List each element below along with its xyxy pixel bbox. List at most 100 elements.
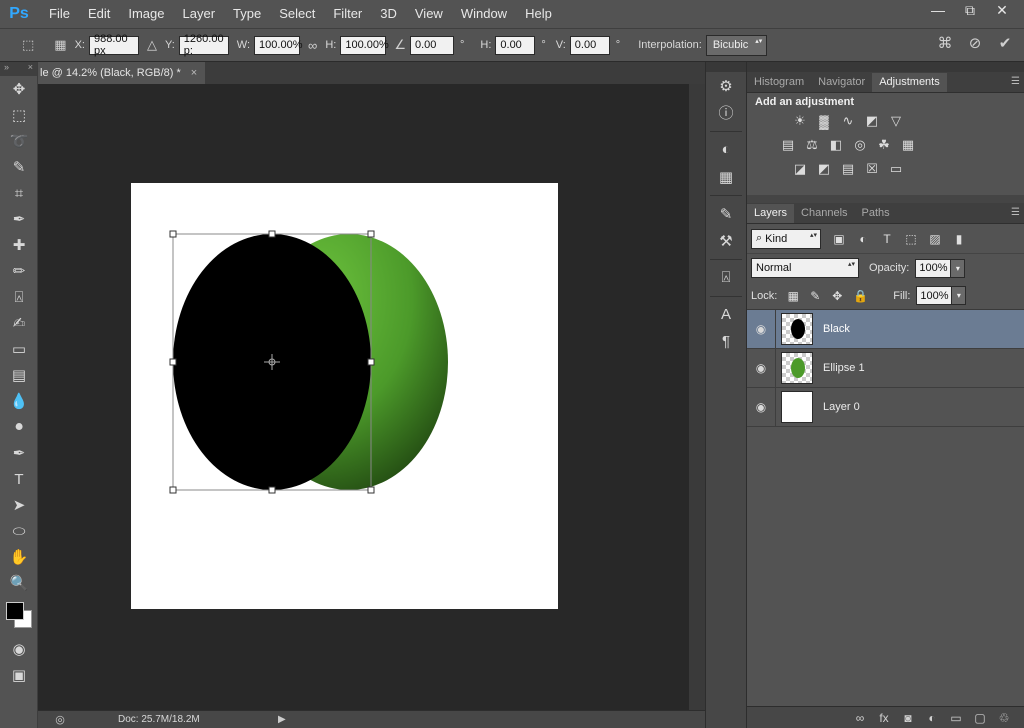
healing-brush-tool-icon[interactable]: ✚ [0,232,38,258]
lock-all-icon[interactable]: 🔒 [853,289,868,303]
tab-paths[interactable]: Paths [855,204,897,223]
invert-icon[interactable]: ◪ [791,160,809,178]
info-panel-icon[interactable]: ⓘ [706,99,746,126]
tab-adjustments[interactable]: Adjustments [872,73,947,92]
menu-view[interactable]: View [406,0,452,28]
menu-edit[interactable]: Edit [79,0,119,28]
document-tab[interactable]: le @ 14.2% (Black, RGB/8) * × [38,62,206,84]
channel-mixer-icon[interactable]: ☘ [875,136,893,154]
layers-panel-menu-icon[interactable]: ☰ [1011,207,1020,218]
new-layer-icon[interactable]: ▢ [972,711,988,725]
ellipse-tool-icon[interactable]: ⬭ [0,518,38,544]
vibrance-icon[interactable]: ▽ [887,112,905,130]
tab-histogram[interactable]: Histogram [747,73,811,92]
visibility-eye-icon[interactable]: ◉ [747,322,775,336]
fill-dropdown-icon[interactable]: ▾ [952,286,967,305]
black-white-icon[interactable]: ◧ [827,136,845,154]
blur-tool-icon[interactable]: 💧 [0,388,38,414]
curves-icon[interactable]: ∿ [839,112,857,130]
swatches-panel-icon[interactable]: ▦ [706,163,746,190]
type-filter-icon[interactable]: T [881,232,893,246]
eyedropper-tool-icon[interactable]: ✒ [0,206,38,232]
tab-channels[interactable]: Channels [794,204,854,223]
menu-select[interactable]: Select [270,0,324,28]
brush-tool-icon[interactable]: ✏ [0,258,38,284]
height-field[interactable]: 100.00% [340,35,389,55]
layer-filter-select[interactable]: ⌕ Kind [751,228,821,249]
color-balance-icon[interactable]: ⚖ [803,136,821,154]
zoom-tool-icon[interactable]: 🔍 [0,570,38,596]
width-field[interactable]: 100.00% [254,35,302,55]
character-panel-icon[interactable]: A [706,301,746,328]
color-lookup-icon[interactable]: ▦ [899,136,917,154]
quick-selection-tool-icon[interactable]: ✎ [0,154,38,180]
add-mask-icon[interactable]: ◙ [900,711,916,725]
transform-handle[interactable] [268,230,276,238]
new-adjustment-layer-icon[interactable]: ◐ [924,711,940,725]
brush-presets-panel-icon[interactable]: ✎ [706,200,746,227]
transform-handle[interactable] [367,230,375,238]
visibility-eye-icon[interactable]: ◉ [747,361,775,375]
move-tool-icon[interactable]: ✥ [0,76,38,102]
status-zoom-icon[interactable]: ◎ [38,713,82,726]
path-selection-tool-icon[interactable]: ➤ [0,492,38,518]
quick-mask-icon[interactable]: ◉ [0,636,38,662]
menu-window[interactable]: Window [452,0,516,28]
history-brush-tool-icon[interactable]: ✍ [0,310,38,336]
layer-name[interactable]: Layer 0 [823,401,860,413]
vskew-field[interactable]: 0.00 [569,35,610,55]
paragraph-panel-icon[interactable]: ¶ [706,328,746,355]
lock-transparency-icon[interactable]: ▦ [787,289,799,303]
commit-transform-icon[interactable]: ✔ [994,34,1016,52]
layer-row-ellipse[interactable]: ◉ Ellipse 1 [747,348,1024,388]
selective-color-icon[interactable]: ☒ [863,160,881,178]
gradient-map-icon[interactable]: ▭ [887,160,905,178]
link-layers-icon[interactable]: ∞ [852,711,868,725]
menu-type[interactable]: Type [224,0,270,28]
menu-help[interactable]: Help [516,0,561,28]
lasso-tool-icon[interactable]: ➰ [0,128,38,154]
menu-image[interactable]: Image [119,0,173,28]
toolbar-close-icon[interactable]: × [28,62,33,76]
clone-stamp-tool-icon[interactable]: ⍓ [0,284,38,310]
screen-mode-icon[interactable]: ▣ [0,662,38,688]
transform-handle[interactable] [367,486,375,494]
brightness-contrast-icon[interactable]: ☀ [791,112,809,130]
transform-handle[interactable] [169,230,177,238]
layer-row-layer0[interactable]: ◉ Layer 0 [747,387,1024,427]
layer-row-black[interactable]: ◉ Black [747,309,1024,349]
type-tool-icon[interactable]: T [0,466,38,492]
posterize-icon[interactable]: ◩ [815,160,833,178]
document-tab-close-icon[interactable]: × [191,67,197,79]
x-field[interactable]: 988.00 px [89,33,139,57]
relative-position-icon[interactable]: △ [147,37,157,53]
pen-tool-icon[interactable]: ✒ [0,440,38,466]
crop-tool-icon[interactable]: ⌗ [0,180,38,206]
cancel-transform-icon[interactable]: ⊘ [964,34,986,52]
threshold-icon[interactable]: ▤ [839,160,857,178]
minimize-button[interactable]: — [922,0,954,20]
tab-layers[interactable]: Layers [747,204,795,223]
canvas-area[interactable] [38,84,689,710]
vertical-scrollbar[interactable] [689,84,705,710]
dodge-tool-icon[interactable]: ⚫ [0,414,38,440]
filter-toggle-icon[interactable]: ▮ [953,232,965,246]
color-panel-icon[interactable]: ◐ [706,136,746,163]
marquee-tool-icon[interactable]: ⬚ [0,102,38,128]
levels-icon[interactable]: ▓ [815,112,833,130]
adjustment-filter-icon[interactable]: ◐ [857,232,869,246]
hand-tool-icon[interactable]: ✋ [0,544,38,570]
lock-pixels-icon[interactable]: ✎ [809,289,821,303]
hskew-field[interactable]: 0.00 [495,35,536,55]
tab-navigator[interactable]: Navigator [811,73,872,92]
hue-saturation-icon[interactable]: ▤ [779,136,797,154]
layer-name[interactable]: Black [823,323,850,335]
menu-layer[interactable]: Layer [174,0,225,28]
warp-icon[interactable]: ⌘ [934,34,956,52]
collapse-icon[interactable]: » [4,62,9,76]
interpolation-select[interactable]: Bicubic [705,34,768,56]
blend-mode-select[interactable]: Normal [751,258,859,278]
clone-source-panel-icon[interactable]: ⍓ [706,264,746,291]
restore-button[interactable]: ⧉ [954,0,986,20]
foreground-color-swatch[interactable] [6,602,24,620]
